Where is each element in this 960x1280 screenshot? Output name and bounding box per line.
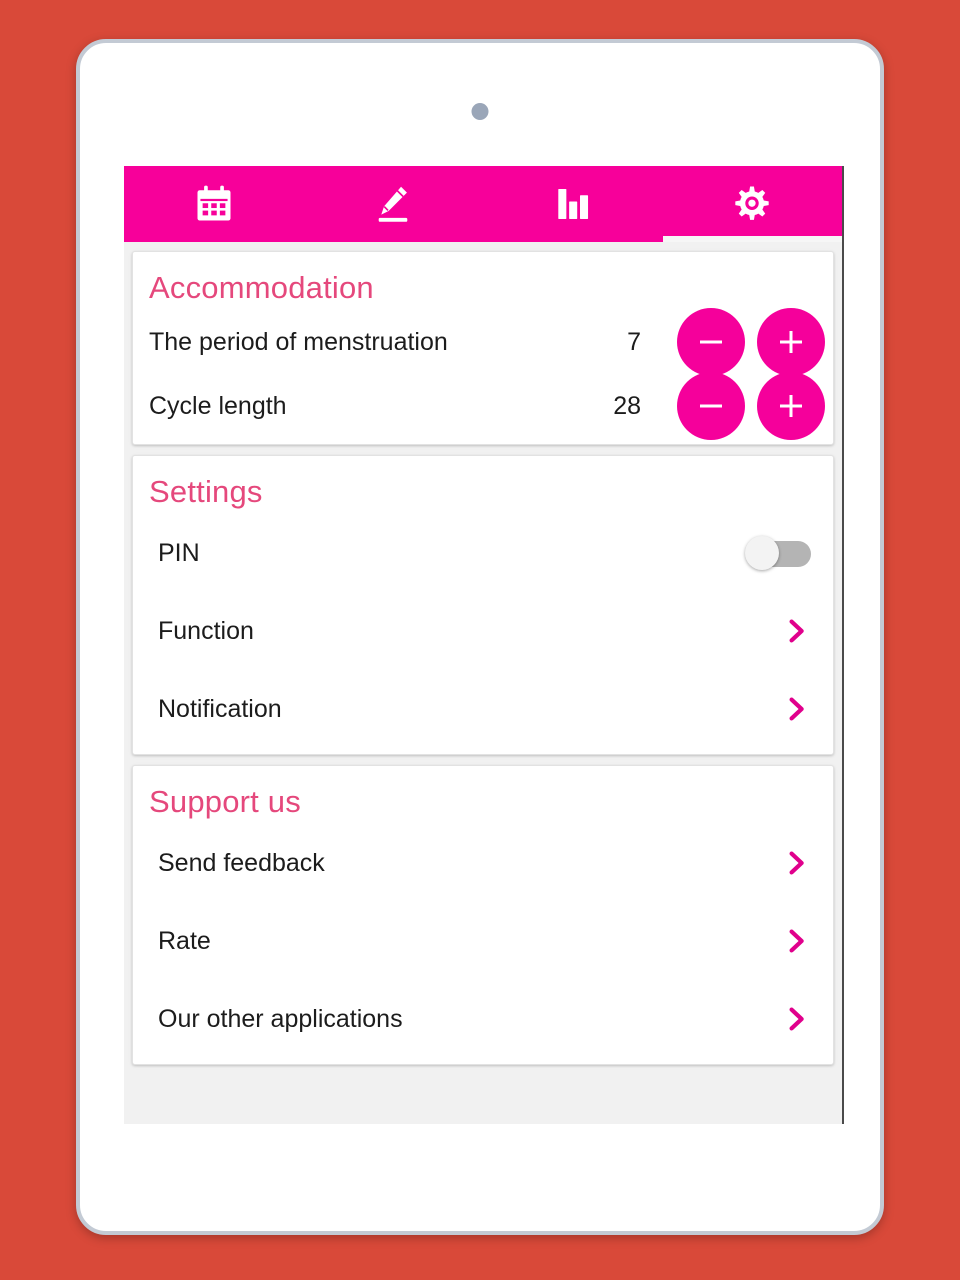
bar-chart-icon — [552, 183, 594, 225]
card-title-accommodation: Accommodation — [149, 270, 374, 305]
row-period-of-menstruation: The period of menstruation 7 — [133, 308, 833, 376]
row-label: Send feedback — [158, 848, 325, 877]
row-label: Our other applications — [158, 1004, 403, 1033]
tab-statistics[interactable] — [483, 166, 663, 242]
card-title-support-us: Support us — [149, 784, 301, 819]
card-accommodation: Accommodation The period of menstruation… — [132, 251, 834, 445]
row-label: Function — [158, 616, 254, 645]
row-cycle-length: Cycle length 28 — [133, 372, 833, 440]
row-label: The period of menstruation — [149, 327, 448, 356]
plus-icon-vertical — [789, 331, 793, 353]
card-settings: Settings PIN Function Notification — [132, 455, 834, 755]
row-value: 28 — [613, 391, 641, 420]
tab-bar — [124, 166, 842, 242]
row-pin[interactable]: PIN — [133, 514, 833, 592]
chevron-right-icon — [781, 1004, 811, 1034]
pencil-edit-icon — [371, 182, 415, 226]
decrement-cycle-button[interactable] — [677, 372, 745, 440]
row-rate[interactable]: Rate — [133, 902, 833, 980]
app-viewport: Accommodation The period of menstruation… — [124, 166, 844, 1124]
row-value: 7 — [627, 327, 641, 356]
chevron-right-icon — [781, 694, 811, 724]
pin-toggle[interactable] — [745, 536, 811, 570]
calendar-icon — [192, 182, 236, 226]
tablet-device-frame: Accommodation The period of menstruation… — [76, 39, 884, 1235]
gear-icon — [729, 181, 775, 227]
card-support-us: Support us Send feedback Rate Our other … — [132, 765, 834, 1065]
row-label: Rate — [158, 926, 211, 955]
row-notification[interactable]: Notification — [133, 670, 833, 748]
row-label: Cycle length — [149, 391, 287, 420]
row-function[interactable]: Function — [133, 592, 833, 670]
chevron-right-icon — [781, 616, 811, 646]
camera-dot-icon — [471, 103, 489, 120]
row-label: PIN — [158, 538, 200, 567]
chevron-right-icon — [781, 926, 811, 956]
tab-settings[interactable] — [662, 166, 843, 242]
card-title-settings: Settings — [149, 474, 263, 509]
row-label: Notification — [158, 694, 282, 723]
row-our-other-applications[interactable]: Our other applications — [133, 980, 833, 1058]
chevron-right-icon — [781, 848, 811, 878]
settings-scroll-content[interactable]: Accommodation The period of menstruation… — [124, 242, 842, 1124]
increment-period-button[interactable] — [757, 308, 825, 376]
toggle-knob — [745, 536, 779, 570]
tab-notes[interactable] — [304, 166, 484, 242]
decrement-period-button[interactable] — [677, 308, 745, 376]
tab-calendar[interactable] — [124, 166, 304, 242]
row-send-feedback[interactable]: Send feedback — [133, 824, 833, 902]
increment-cycle-button[interactable] — [757, 372, 825, 440]
minus-icon — [700, 340, 722, 344]
minus-icon — [700, 404, 722, 408]
plus-icon-vertical — [789, 395, 793, 417]
